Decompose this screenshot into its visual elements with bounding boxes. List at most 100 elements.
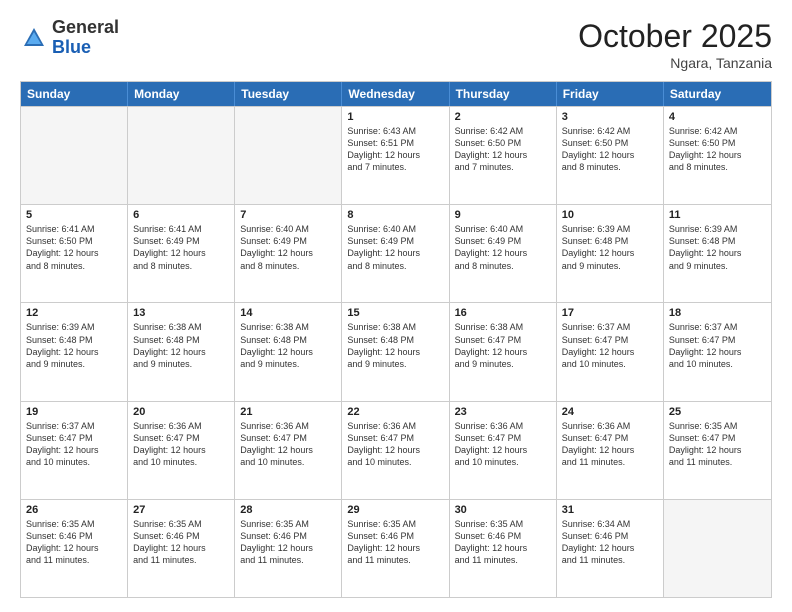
day-number: 25 [669,406,766,418]
day-number: 3 [562,111,658,123]
cal-cell: 11Sunrise: 6:39 AM Sunset: 6:48 PM Dayli… [664,205,771,302]
page: General Blue October 2025 Ngara, Tanzani… [0,0,792,612]
cell-info: Sunrise: 6:39 AM Sunset: 6:48 PM Dayligh… [669,223,766,272]
cal-cell: 14 Sunrise: 6:38 AM Sunset: 6:48 PM Dayli… [235,303,342,400]
day-number: 10 [562,209,658,221]
cal-cell: 6Sunrise: 6:41 AM Sunset: 6:49 PM Daylig… [128,205,235,302]
day-number: 12 [26,307,122,319]
cal-cell [235,107,342,204]
logo: General Blue [20,18,119,58]
day-number: 31 [562,504,658,516]
calendar: SundayMondayTuesdayWednesdayThursdayFrid… [20,81,772,598]
cell-info: Sunrise: 6:36 AM Sunset: 6:47 PM Dayligh… [240,420,336,469]
cal-row-0: 1 Sunrise: 6:43 AM Sunset: 6:51 PM Daylig… [21,106,771,204]
location: Ngara, Tanzania [578,55,772,71]
cell-info: Sunrise: 6:42 AM Sunset: 6:50 PM Dayligh… [669,125,766,174]
cal-cell [21,107,128,204]
cal-cell: 4 Sunrise: 6:42 AM Sunset: 6:50 PM Daylig… [664,107,771,204]
cell-info: Sunrise: 6:36 AM Sunset: 6:47 PM Dayligh… [347,420,443,469]
cal-cell: 21 Sunrise: 6:36 AM Sunset: 6:47 PM Dayli… [235,402,342,499]
cell-info: Sunrise: 6:37 AM Sunset: 6:47 PM Dayligh… [562,321,658,370]
day-number: 6 [133,209,229,221]
cal-header-tuesday: Tuesday [235,82,342,106]
day-number: 14 [240,307,336,319]
title-block: October 2025 Ngara, Tanzania [578,18,772,71]
cell-info: Sunrise: 6:40 AM Sunset: 6:49 PM Dayligh… [347,223,443,272]
cell-info: Sunrise: 6:35 AM Sunset: 6:46 PM Dayligh… [240,518,336,567]
cell-info: Sunrise: 6:37 AM Sunset: 6:47 PM Dayligh… [669,321,766,370]
cal-cell: 13 Sunrise: 6:38 AM Sunset: 6:48 PM Dayli… [128,303,235,400]
cal-cell: 30 Sunrise: 6:35 AM Sunset: 6:46 PM Dayli… [450,500,557,597]
cal-cell: 17 Sunrise: 6:37 AM Sunset: 6:47 PM Dayli… [557,303,664,400]
cal-cell: 28 Sunrise: 6:35 AM Sunset: 6:46 PM Dayli… [235,500,342,597]
cal-cell: 2 Sunrise: 6:42 AM Sunset: 6:50 PM Daylig… [450,107,557,204]
cal-row-3: 19 Sunrise: 6:37 AM Sunset: 6:47 PM Dayli… [21,401,771,499]
cal-cell: 18 Sunrise: 6:37 AM Sunset: 6:47 PM Dayli… [664,303,771,400]
day-number: 4 [669,111,766,123]
cal-cell [128,107,235,204]
day-number: 20 [133,406,229,418]
day-number: 21 [240,406,336,418]
day-number: 1 [347,111,443,123]
day-number: 13 [133,307,229,319]
cal-cell: 25 Sunrise: 6:35 AM Sunset: 6:47 PM Dayli… [664,402,771,499]
day-number: 27 [133,504,229,516]
cal-cell [664,500,771,597]
cell-info: Sunrise: 6:37 AM Sunset: 6:47 PM Dayligh… [26,420,122,469]
day-number: 8 [347,209,443,221]
cal-row-1: 5 Sunrise: 6:41 AM Sunset: 6:50 PM Daylig… [21,204,771,302]
cell-info: Sunrise: 6:38 AM Sunset: 6:47 PM Dayligh… [455,321,551,370]
day-number: 17 [562,307,658,319]
day-number: 2 [455,111,551,123]
calendar-body: 1 Sunrise: 6:43 AM Sunset: 6:51 PM Daylig… [21,106,771,597]
day-number: 24 [562,406,658,418]
cal-row-4: 26 Sunrise: 6:35 AM Sunset: 6:46 PM Dayli… [21,499,771,597]
cell-info: Sunrise: 6:43 AM Sunset: 6:51 PM Dayligh… [347,125,443,174]
day-number: 26 [26,504,122,516]
cell-info: Sunrise: 6:35 AM Sunset: 6:47 PM Dayligh… [669,420,766,469]
cal-cell: 26 Sunrise: 6:35 AM Sunset: 6:46 PM Dayli… [21,500,128,597]
cal-header-wednesday: Wednesday [342,82,449,106]
cal-header-saturday: Saturday [664,82,771,106]
cell-info: Sunrise: 6:42 AM Sunset: 6:50 PM Dayligh… [455,125,551,174]
day-number: 19 [26,406,122,418]
cell-info: Sunrise: 6:34 AM Sunset: 6:46 PM Dayligh… [562,518,658,567]
header: General Blue October 2025 Ngara, Tanzani… [20,18,772,71]
cal-cell: 8 Sunrise: 6:40 AM Sunset: 6:49 PM Daylig… [342,205,449,302]
cal-cell: 1 Sunrise: 6:43 AM Sunset: 6:51 PM Daylig… [342,107,449,204]
day-number: 29 [347,504,443,516]
day-number: 15 [347,307,443,319]
cal-cell: 20Sunrise: 6:36 AM Sunset: 6:47 PM Dayli… [128,402,235,499]
cell-info: Sunrise: 6:35 AM Sunset: 6:46 PM Dayligh… [455,518,551,567]
day-number: 28 [240,504,336,516]
day-number: 16 [455,307,551,319]
logo-icon [20,24,48,52]
cell-info: Sunrise: 6:39 AM Sunset: 6:48 PM Dayligh… [26,321,122,370]
logo-general: General [52,17,119,37]
logo-text: General Blue [52,18,119,58]
cal-cell: 27Sunrise: 6:35 AM Sunset: 6:46 PM Dayli… [128,500,235,597]
cell-info: Sunrise: 6:40 AM Sunset: 6:49 PM Dayligh… [455,223,551,272]
month-title: October 2025 [578,18,772,55]
cell-info: Sunrise: 6:40 AM Sunset: 6:49 PM Dayligh… [240,223,336,272]
cal-cell: 12 Sunrise: 6:39 AM Sunset: 6:48 PM Dayli… [21,303,128,400]
cell-info: Sunrise: 6:35 AM Sunset: 6:46 PM Dayligh… [26,518,122,567]
cal-row-2: 12 Sunrise: 6:39 AM Sunset: 6:48 PM Dayli… [21,302,771,400]
cell-info: Sunrise: 6:35 AM Sunset: 6:46 PM Dayligh… [347,518,443,567]
cell-info: Sunrise: 6:38 AM Sunset: 6:48 PM Dayligh… [240,321,336,370]
cal-cell: 19 Sunrise: 6:37 AM Sunset: 6:47 PM Dayli… [21,402,128,499]
day-number: 30 [455,504,551,516]
cal-cell: 5 Sunrise: 6:41 AM Sunset: 6:50 PM Daylig… [21,205,128,302]
cal-cell: 3Sunrise: 6:42 AM Sunset: 6:50 PM Daylig… [557,107,664,204]
calendar-header-row: SundayMondayTuesdayWednesdayThursdayFrid… [21,82,771,106]
cell-info: Sunrise: 6:38 AM Sunset: 6:48 PM Dayligh… [347,321,443,370]
day-number: 5 [26,209,122,221]
cal-cell: 10Sunrise: 6:39 AM Sunset: 6:48 PM Dayli… [557,205,664,302]
cell-info: Sunrise: 6:38 AM Sunset: 6:48 PM Dayligh… [133,321,229,370]
day-number: 7 [240,209,336,221]
day-number: 18 [669,307,766,319]
cal-cell: 31 Sunrise: 6:34 AM Sunset: 6:46 PM Dayli… [557,500,664,597]
cell-info: Sunrise: 6:41 AM Sunset: 6:50 PM Dayligh… [26,223,122,272]
day-number: 9 [455,209,551,221]
cal-cell: 22Sunrise: 6:36 AM Sunset: 6:47 PM Dayli… [342,402,449,499]
